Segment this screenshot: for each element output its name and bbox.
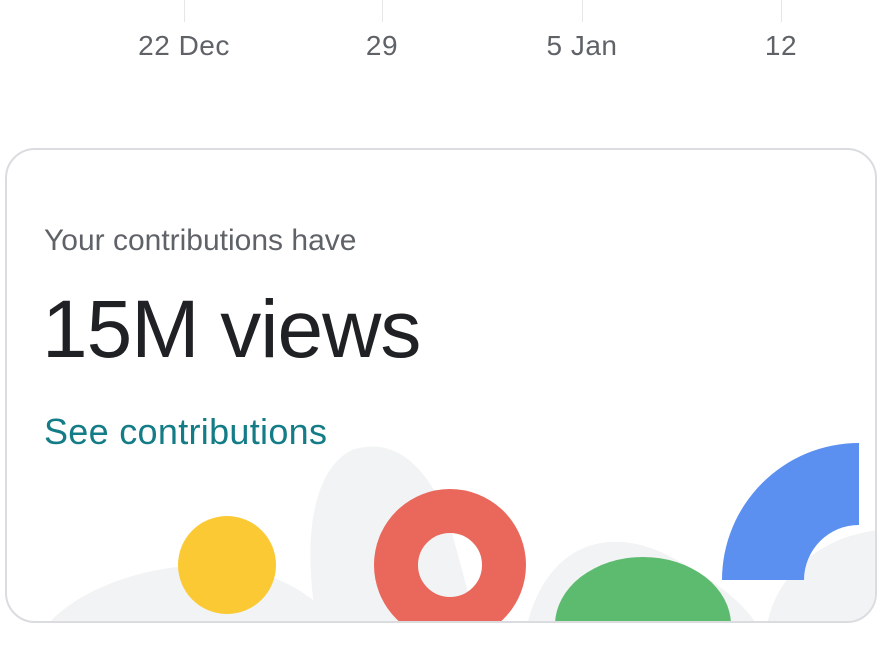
- x-tick-label: 5 Jan: [546, 30, 618, 61]
- gridline: [382, 0, 383, 22]
- x-tick-label: 12: [764, 30, 798, 61]
- views-metric: 15M views: [42, 284, 421, 375]
- see-contributions-link[interactable]: See contributions: [44, 410, 327, 454]
- gridline: [781, 0, 782, 22]
- yellow-circle-shape: [178, 516, 276, 614]
- contributions-card[interactable]: Your contributions have 15M views See co…: [5, 148, 877, 623]
- x-tick-label: 29: [365, 30, 399, 61]
- gridline: [184, 0, 185, 22]
- timeline-axis: 22 Dec 29 5 Jan 12: [0, 0, 880, 100]
- card-subtitle: Your contributions have: [44, 224, 357, 257]
- gridline: [582, 0, 583, 22]
- decorative-illustration: [50, 443, 875, 621]
- x-tick-label: 22 Dec: [138, 30, 230, 61]
